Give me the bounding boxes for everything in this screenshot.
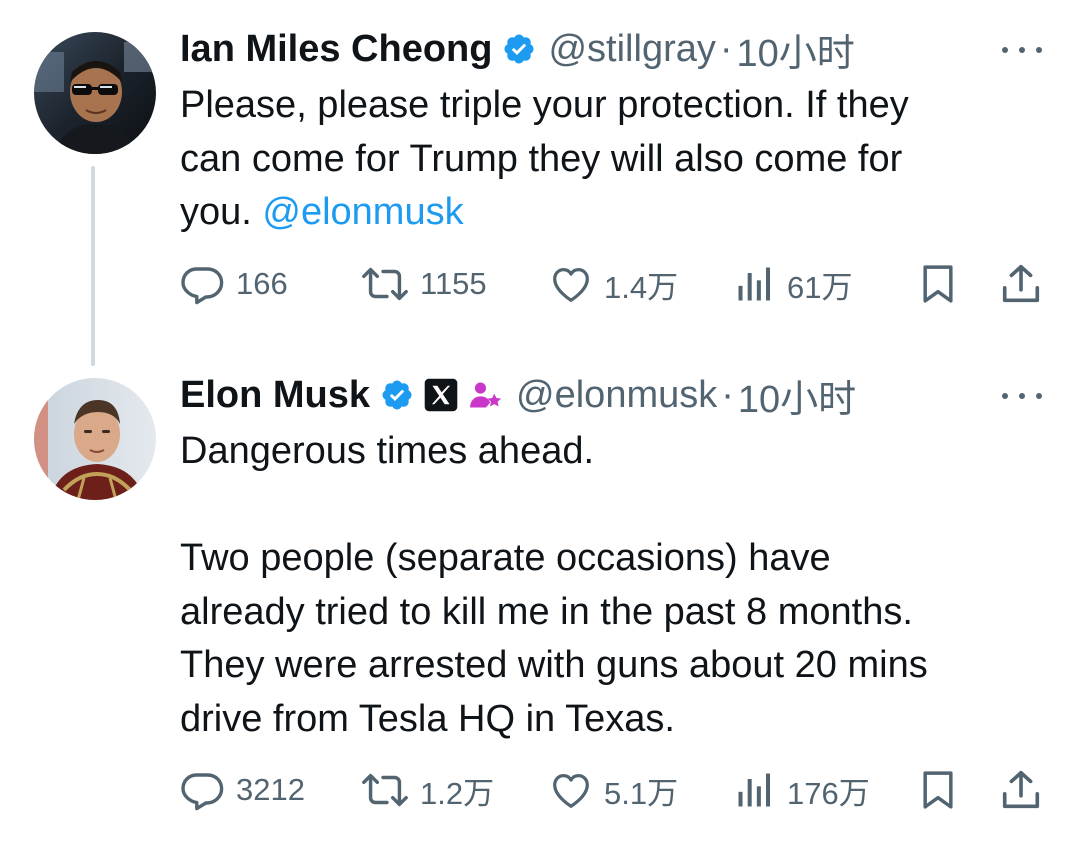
tweet-text-line: Please, please triple your protection. I… [180,84,909,126]
mention-link[interactable]: @elonmusk [262,191,463,233]
timestamp[interactable]: 10小时 [738,368,856,423]
tweet-text: Please, please triple your protection. I… [180,79,1040,240]
like-count: 5.1万 [604,775,679,811]
tweet-text-line: can come for Trump they will also come f… [180,137,903,180]
separator-dot: · [719,27,733,70]
tweet-text-line: drive from Tesla HQ in Texas. [180,697,675,740]
separator-dot: · [721,373,734,416]
bookmark-icon [923,771,953,809]
views-icon [738,267,771,301]
views-button[interactable]: 176万 [733,765,870,815]
avatar-ian-miles-cheong[interactable] [34,32,156,154]
share-icon [1002,264,1040,303]
tweet-header: Elon Musk @elonmusk · 10小时 [180,368,856,423]
repost-icon [362,267,408,301]
repost-button[interactable]: 1155 [360,259,487,309]
tweet-text-line: already tried to kill me in the past 8 m… [180,590,913,633]
repost-count: 1.2万 [420,775,495,811]
share-button[interactable] [998,259,1044,309]
reply-button[interactable]: 3212 [178,765,305,815]
repost-icon [362,773,408,807]
x-logo-badge-icon[interactable] [424,378,458,412]
display-name[interactable]: Ian Miles Cheong [180,28,492,71]
repost-count: 1155 [420,266,487,301]
tweet-text-fragment: you. [180,191,263,233]
reply-button[interactable]: 166 [178,259,288,309]
views-button[interactable]: 61万 [733,259,852,309]
reply-count: 3212 [236,772,305,807]
tweet-text-line: you. @elonmusk [180,186,1040,240]
like-icon [553,773,589,808]
avatar-elon-musk[interactable] [34,378,156,500]
display-name[interactable]: Elon Musk [180,374,370,417]
tweet-text-line: Dangerous times ahead. [180,430,595,472]
like-icon [553,267,589,302]
verified-badge-icon[interactable] [380,378,414,412]
share-icon [1002,770,1040,809]
action-bar: 3212 1.2万 5.1万 176万 [178,765,1048,815]
reply-count: 166 [236,266,288,301]
tweet-header: Ian Miles Cheong @stillgray · 10小时 [180,22,855,77]
share-button[interactable] [998,765,1044,815]
like-button[interactable]: 5.1万 [548,765,678,815]
user-handle[interactable]: @stillgray [548,28,715,71]
views-count: 61万 [787,269,853,305]
more-icon[interactable] [1002,40,1042,60]
like-count: 1.4万 [604,269,679,305]
affiliate-icon[interactable] [468,378,504,412]
tweet-text: Dangerous times ahead. Two people (separ… [180,425,1040,746]
tweet-text-line: They were arrested with guns about 20 mi… [180,644,928,686]
more-icon[interactable] [1002,386,1042,406]
bookmark-button[interactable] [916,259,960,309]
verified-badge-icon[interactable] [502,32,536,66]
tweet-ian-miles-cheong[interactable]: Ian Miles Cheong @stillgray · 10小时 Pleas… [0,0,1080,366]
timestamp[interactable]: 10小时 [737,22,855,77]
tweet-elon-musk[interactable]: Elon Musk @elonmusk · 10小时 Dangerous tim… [0,340,1080,848]
reply-icon [181,267,224,305]
repost-button[interactable]: 1.2万 [360,765,494,815]
action-bar: 166 1155 1.4万 61万 [178,259,1048,309]
user-handle[interactable]: @elonmusk [516,374,717,417]
reply-icon [181,773,224,811]
thread-connector-line [91,166,95,366]
views-icon [738,773,771,807]
tweet-text-line: Two people (separate occasions) have [180,537,831,579]
views-count: 176万 [787,775,870,811]
bookmark-button[interactable] [916,765,960,815]
like-button[interactable]: 1.4万 [548,259,678,309]
bookmark-icon [923,265,953,303]
